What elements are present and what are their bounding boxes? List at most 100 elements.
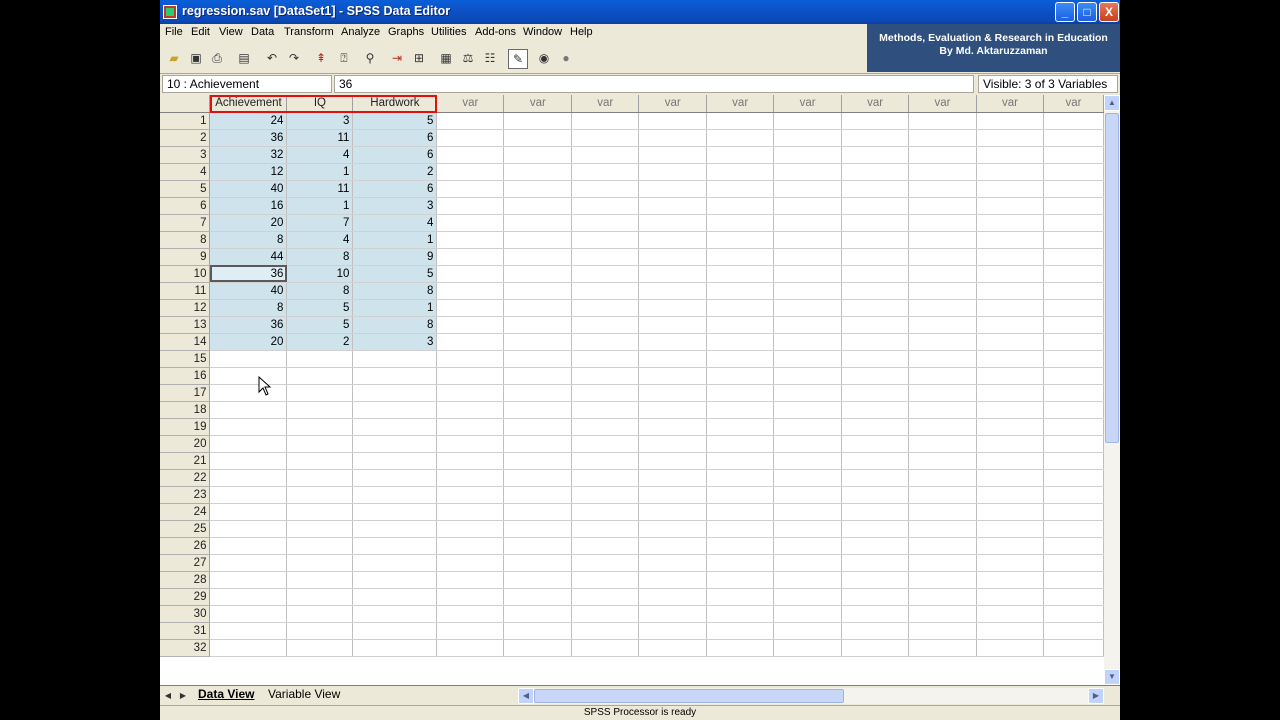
data-cell[interactable] <box>352 588 438 606</box>
data-cell[interactable] <box>773 605 843 623</box>
data-cell[interactable] <box>209 588 288 606</box>
data-cell[interactable] <box>436 435 505 453</box>
data-cell[interactable] <box>908 639 977 657</box>
data-cell[interactable] <box>286 435 354 453</box>
data-cell[interactable] <box>571 435 640 453</box>
data-cell[interactable] <box>436 350 505 368</box>
data-cell[interactable] <box>638 129 708 147</box>
data-cell[interactable] <box>908 469 977 487</box>
data-cell[interactable] <box>209 401 288 419</box>
data-cell[interactable] <box>976 112 1044 130</box>
data-cell[interactable] <box>638 316 708 334</box>
data-cell[interactable] <box>908 248 977 266</box>
data-cell[interactable] <box>1043 605 1104 623</box>
data-cell[interactable] <box>706 554 775 572</box>
data-cell[interactable] <box>908 180 977 198</box>
data-cell[interactable] <box>841 554 910 572</box>
data-cell[interactable] <box>503 282 573 300</box>
data-cell[interactable] <box>286 605 354 623</box>
data-cell[interactable] <box>706 214 775 232</box>
data-cell[interactable] <box>436 333 505 351</box>
row-number[interactable]: 19 <box>160 418 211 436</box>
data-cell[interactable] <box>976 452 1044 470</box>
data-cell[interactable] <box>209 520 288 538</box>
data-cell[interactable] <box>571 571 640 589</box>
data-cell[interactable] <box>571 163 640 181</box>
data-cell[interactable] <box>638 163 708 181</box>
minimize-button[interactable]: _ <box>1055 2 1075 22</box>
data-cell[interactable] <box>976 248 1044 266</box>
data-cell[interactable] <box>841 418 910 436</box>
row-number[interactable]: 3 <box>160 146 211 164</box>
data-cell[interactable]: 3 <box>352 333 438 351</box>
data-cell[interactable]: 8 <box>209 299 288 317</box>
data-cell[interactable]: 36 <box>209 129 288 147</box>
data-cell[interactable] <box>209 452 288 470</box>
data-cell[interactable] <box>841 180 910 198</box>
data-cell[interactable] <box>1043 622 1104 640</box>
data-cell[interactable] <box>209 571 288 589</box>
data-cell[interactable] <box>908 537 977 555</box>
data-cell[interactable] <box>436 401 505 419</box>
data-cell[interactable] <box>1043 520 1104 538</box>
data-cell[interactable] <box>706 639 775 657</box>
data-cell[interactable] <box>638 622 708 640</box>
column-header-var[interactable]: var <box>436 95 505 113</box>
data-cell[interactable] <box>436 248 505 266</box>
data-cell[interactable]: 8 <box>286 248 354 266</box>
data-cell[interactable] <box>436 112 505 130</box>
data-cell[interactable] <box>1043 112 1104 130</box>
data-cell[interactable] <box>571 197 640 215</box>
row-number[interactable]: 9 <box>160 248 211 266</box>
menu-graphs[interactable]: Graphs <box>388 26 424 38</box>
data-cell[interactable] <box>571 299 640 317</box>
data-cell[interactable] <box>773 316 843 334</box>
data-cell[interactable] <box>773 112 843 130</box>
data-cell[interactable] <box>773 265 843 283</box>
data-cell[interactable] <box>436 503 505 521</box>
data-cell[interactable] <box>976 367 1044 385</box>
data-cell[interactable] <box>436 197 505 215</box>
data-cell[interactable] <box>209 418 288 436</box>
data-cell[interactable] <box>908 588 977 606</box>
menu-window[interactable]: Window <box>523 26 562 38</box>
data-cell[interactable] <box>286 418 354 436</box>
data-cell[interactable] <box>436 163 505 181</box>
data-cell[interactable] <box>436 605 505 623</box>
data-cell[interactable] <box>571 231 640 249</box>
data-cell[interactable] <box>1043 639 1104 657</box>
data-cell[interactable] <box>638 282 708 300</box>
data-cell[interactable] <box>976 316 1044 334</box>
data-cell[interactable] <box>571 146 640 164</box>
data-cell[interactable] <box>1043 316 1104 334</box>
data-cell[interactable] <box>976 622 1044 640</box>
column-header-var[interactable]: var <box>1043 95 1104 113</box>
data-cell[interactable] <box>908 316 977 334</box>
data-cell[interactable] <box>503 571 573 589</box>
data-cell[interactable] <box>841 537 910 555</box>
data-cell[interactable] <box>503 333 573 351</box>
data-cell[interactable] <box>841 503 910 521</box>
data-cell[interactable] <box>352 503 438 521</box>
data-cell[interactable] <box>503 469 573 487</box>
data-cell[interactable] <box>1043 486 1104 504</box>
data-cell[interactable] <box>1043 146 1104 164</box>
data-cell[interactable] <box>638 435 708 453</box>
row-number[interactable]: 16 <box>160 367 211 385</box>
data-cell[interactable] <box>976 384 1044 402</box>
data-cell[interactable] <box>773 571 843 589</box>
data-cell[interactable] <box>706 503 775 521</box>
column-header-var[interactable]: var <box>841 95 910 113</box>
data-cell[interactable] <box>638 571 708 589</box>
data-cell[interactable] <box>706 520 775 538</box>
data-cell[interactable] <box>706 418 775 436</box>
column-header-iq[interactable]: IQ <box>286 95 354 113</box>
data-cell[interactable] <box>773 554 843 572</box>
open-icon[interactable]: ▰ <box>166 50 182 66</box>
data-cell[interactable]: 1 <box>352 231 438 249</box>
data-cell[interactable] <box>638 146 708 164</box>
data-cell[interactable] <box>503 537 573 555</box>
data-cell[interactable] <box>976 418 1044 436</box>
data-cell[interactable] <box>503 554 573 572</box>
data-cell[interactable] <box>503 214 573 232</box>
